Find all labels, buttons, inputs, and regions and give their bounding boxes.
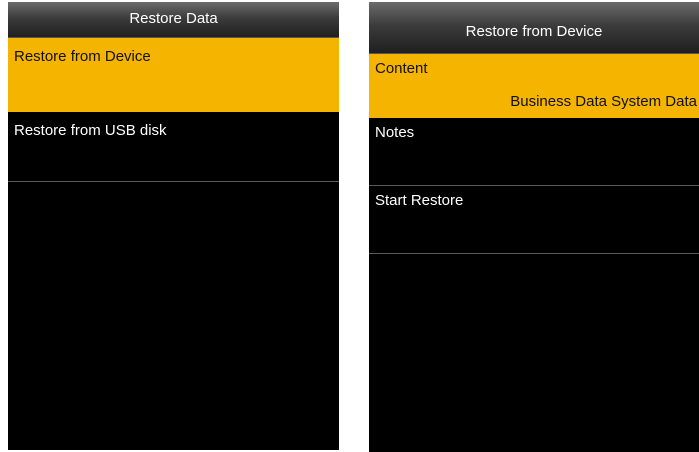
- screen-title: Restore from Device: [369, 2, 699, 54]
- menu-item-content[interactable]: Content Business Data System Data: [369, 54, 699, 118]
- menu-item-label: Start Restore: [375, 192, 464, 209]
- content-value: Business Data System Data: [510, 93, 697, 110]
- restore-from-device-screen: Restore from Device Content Business Dat…: [369, 2, 699, 452]
- menu-item-label: Content: [375, 60, 428, 77]
- menu-item-start-restore[interactable]: Start Restore: [369, 186, 699, 254]
- menu-item-label: Notes: [375, 124, 415, 141]
- restore-data-screen: Restore Data Restore from Device Restore…: [8, 2, 339, 450]
- menu-item-label: Restore from USB disk: [14, 122, 167, 139]
- screen-title: Restore Data: [8, 2, 339, 38]
- menu-item-label: Restore from Device: [14, 48, 151, 65]
- menu-item-notes[interactable]: Notes: [369, 118, 699, 186]
- menu-item-restore-from-usb-disk[interactable]: Restore from USB disk: [8, 112, 339, 182]
- menu-item-restore-from-device[interactable]: Restore from Device: [8, 38, 339, 112]
